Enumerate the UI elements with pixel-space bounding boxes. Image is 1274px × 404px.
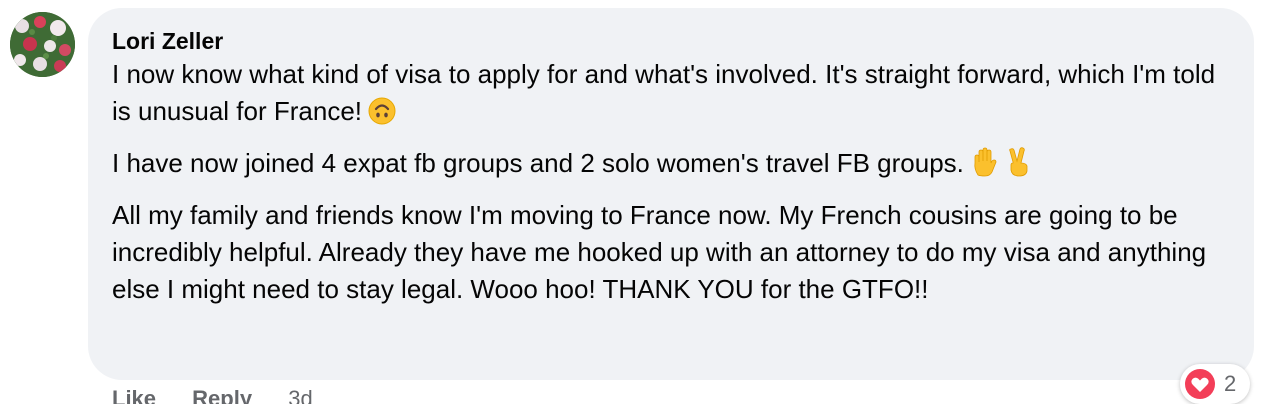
victory-hand-icon	[1006, 147, 1032, 187]
avatar[interactable]	[10, 12, 75, 77]
comment-paragraph-3: All my family and friends know I'm movin…	[112, 200, 1207, 304]
upside-down-face-icon	[368, 97, 396, 135]
avatar-image	[10, 12, 75, 77]
comment-paragraph-1: I now know what kind of visa to apply fo…	[112, 56, 1230, 135]
comment-paragraph-2-text: I have now joined 4 expat fb groups and …	[112, 148, 964, 178]
comment-bubble: Lori Zeller I now know what kind of visa…	[88, 8, 1254, 380]
love-icon	[1185, 369, 1215, 399]
comment-paragraph-2: I have now joined 4 expat fb groups and …	[112, 145, 1230, 187]
raised-hand-icon	[970, 147, 1000, 187]
comment-container: Lori Zeller I now know what kind of visa…	[0, 0, 1274, 404]
reaction-count: 2	[1224, 371, 1237, 396]
comment-actions: Like Reply 3d	[112, 386, 313, 404]
timestamp[interactable]: 3d	[288, 386, 312, 404]
reaction-summary[interactable]: 2	[1180, 364, 1250, 404]
comment-author[interactable]: Lori Zeller	[112, 26, 1230, 56]
reply-button[interactable]: Reply	[192, 386, 252, 404]
comment-paragraph-1-text: I now know what kind of visa to apply fo…	[112, 59, 1216, 126]
like-button[interactable]: Like	[112, 386, 156, 404]
